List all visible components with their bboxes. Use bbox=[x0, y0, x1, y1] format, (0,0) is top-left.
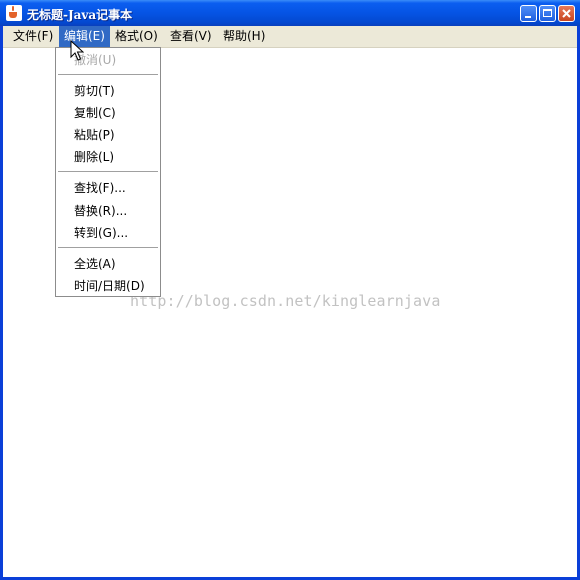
menu-format[interactable]: 格式(O) bbox=[110, 26, 163, 47]
minimize-icon bbox=[525, 16, 531, 18]
menu-file[interactable]: 文件(F) bbox=[8, 26, 58, 47]
menu-item-delete[interactable]: 删除(L) bbox=[74, 147, 114, 167]
menu-item-goto[interactable]: 转到(G)... bbox=[74, 223, 128, 243]
menu-item-replace[interactable]: 替换(R)... bbox=[74, 201, 127, 221]
close-button[interactable] bbox=[558, 5, 575, 22]
menu-view[interactable]: 查看(V) bbox=[165, 26, 217, 47]
menu-item-select-all[interactable]: 全选(A) bbox=[74, 254, 116, 274]
menu-edit[interactable]: 编辑(E) bbox=[59, 26, 110, 47]
menu-separator bbox=[58, 74, 158, 75]
maximize-button[interactable] bbox=[539, 5, 556, 22]
minimize-button[interactable] bbox=[520, 5, 537, 22]
menu-separator bbox=[58, 171, 158, 172]
java-cup-icon[interactable] bbox=[6, 5, 22, 21]
menu-item-find[interactable]: 查找(F)... bbox=[74, 178, 126, 198]
edit-menu-dropdown: 撤消(U) 剪切(T) 复制(C) 粘贴(P) 删除(L) 查找(F)... 替… bbox=[55, 47, 161, 297]
close-icon bbox=[562, 9, 571, 18]
menu-item-cut[interactable]: 剪切(T) bbox=[74, 81, 115, 101]
window-title: 无标题-Java记事本 bbox=[27, 8, 133, 22]
mouse-pointer-icon bbox=[70, 40, 84, 61]
maximize-icon bbox=[543, 9, 552, 17]
menu-item-time-date[interactable]: 时间/日期(D) bbox=[74, 276, 145, 296]
menu-bar: 文件(F) 编辑(E) 格式(O) 查看(V) 帮助(H) bbox=[3, 26, 577, 48]
menu-item-paste[interactable]: 粘贴(P) bbox=[74, 125, 115, 145]
menu-separator bbox=[58, 247, 158, 248]
menu-item-copy[interactable]: 复制(C) bbox=[74, 103, 116, 123]
watermark-url: http://blog.csdn.net/kinglearnjava bbox=[130, 292, 441, 310]
menu-help[interactable]: 帮助(H) bbox=[218, 26, 270, 47]
title-bar[interactable]: 无标题-Java记事本 bbox=[0, 0, 580, 26]
